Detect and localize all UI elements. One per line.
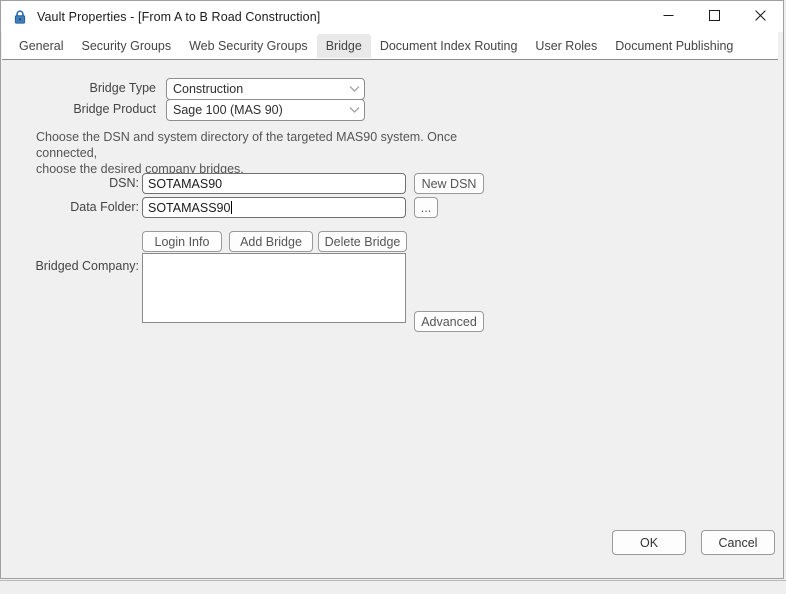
tab-security-groups[interactable]: Security Groups (72, 34, 180, 58)
tab-label: User Roles (535, 39, 598, 53)
maximize-icon (708, 9, 720, 24)
bridge-product-label: Bridge Product (73, 102, 156, 116)
tab-bridge[interactable]: Bridge (316, 34, 371, 58)
background-window-sliver (0, 580, 786, 594)
bridge-product-value: Sage 100 (MAS 90) (173, 103, 283, 117)
browse-data-folder-button[interactable]: ... (414, 197, 438, 218)
advanced-button[interactable]: Advanced (414, 311, 484, 332)
bridge-tab-panel: Bridge Type Construction Bridge Product … (1, 61, 783, 578)
text-caret (231, 201, 233, 214)
tab-label: Document Index Routing (379, 39, 518, 53)
maximize-button[interactable] (691, 1, 737, 32)
dsn-label: DSN: (109, 176, 139, 190)
delete-bridge-button[interactable]: Delete Bridge (318, 231, 407, 252)
tab-document-index-routing[interactable]: Document Index Routing (371, 34, 527, 58)
bridged-company-label: Bridged Company: (35, 259, 139, 273)
chevron-down-icon (344, 85, 364, 93)
add-bridge-button[interactable]: Add Bridge (229, 231, 313, 252)
dsn-input[interactable]: SOTAMAS90 (142, 173, 406, 194)
tab-label: Bridge (325, 39, 362, 53)
tab-user-roles[interactable]: User Roles (526, 34, 606, 58)
tab-label: Document Publishing (615, 39, 734, 53)
vault-properties-dialog: Vault Properties - [From A to B Road Con… (0, 0, 784, 579)
instruction-text: Choose the DSN and system directory of t… (36, 130, 458, 176)
bridge-type-value: Construction (173, 82, 244, 96)
tab-strip: General Security Groups Web Security Gro… (2, 32, 778, 60)
window-title: Vault Properties - [From A to B Road Con… (37, 9, 321, 24)
dsn-value: SOTAMAS90 (148, 176, 223, 191)
bridge-product-dropdown[interactable]: Sage 100 (MAS 90) (166, 99, 365, 121)
ok-button[interactable]: OK (612, 530, 686, 555)
tab-web-security-groups[interactable]: Web Security Groups (180, 34, 317, 58)
close-button[interactable] (737, 1, 783, 32)
tab-label: Web Security Groups (189, 39, 308, 53)
bridge-type-label: Bridge Type (89, 81, 156, 95)
data-folder-value: SOTAMASS90 (148, 200, 231, 215)
tab-strip-container: General Security Groups Web Security Gro… (1, 32, 783, 61)
data-folder-label: Data Folder: (70, 200, 139, 214)
chevron-down-icon (344, 106, 364, 114)
new-dsn-button[interactable]: New DSN (414, 173, 484, 194)
bridge-type-dropdown[interactable]: Construction (166, 78, 365, 100)
tab-label: General (19, 39, 64, 53)
close-icon (754, 9, 766, 24)
login-info-button[interactable]: Login Info (142, 231, 222, 252)
tab-label: Security Groups (81, 39, 172, 53)
data-folder-input[interactable]: SOTAMASS90 (142, 197, 406, 218)
minimize-button[interactable] (645, 1, 691, 32)
title-bar: Vault Properties - [From A to B Road Con… (1, 1, 783, 32)
minimize-icon (663, 9, 674, 24)
cancel-button[interactable]: Cancel (701, 530, 775, 555)
lock-icon (12, 9, 28, 25)
bridged-company-listbox[interactable] (142, 253, 406, 323)
tab-document-publishing[interactable]: Document Publishing (606, 34, 742, 58)
tab-general[interactable]: General (10, 34, 72, 58)
window-controls (645, 1, 783, 32)
